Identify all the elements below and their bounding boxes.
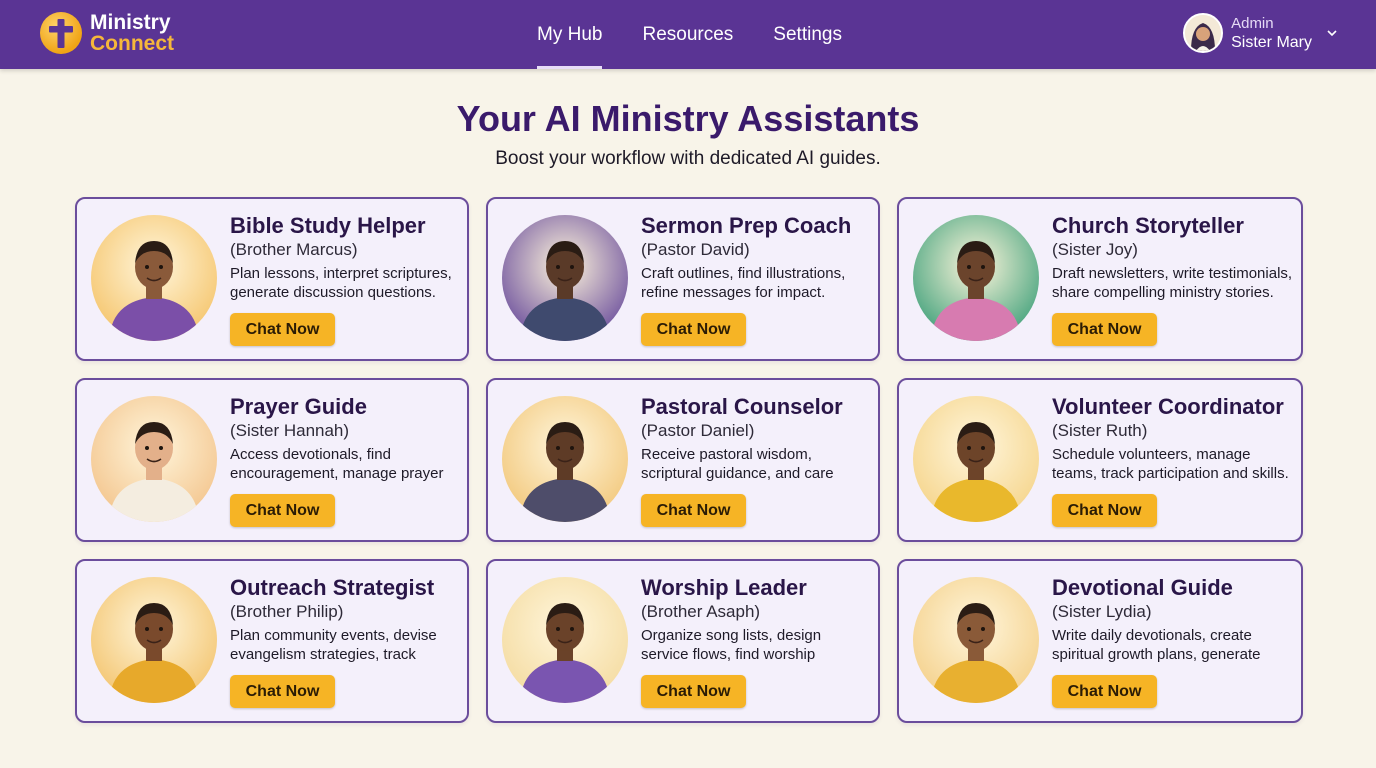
assistant-persona: (Pastor David) xyxy=(641,240,750,259)
chat-now-button[interactable]: Chat Now xyxy=(230,313,335,346)
chat-now-button[interactable]: Chat Now xyxy=(230,675,335,708)
guitar-player-portrait-icon xyxy=(502,577,628,703)
chat-now-button[interactable]: Chat Now xyxy=(641,675,746,708)
assistant-card: Prayer Guide (Sister Hannah) Access devoti… xyxy=(75,378,469,542)
assistant-title: Church Storyteller xyxy=(1052,213,1244,238)
brand-name-line1: Ministry xyxy=(90,11,171,34)
page-title: Your AI Ministry Assistants xyxy=(456,98,920,139)
assistant-persona: (Brother Asaph) xyxy=(641,602,761,621)
pulpit-speaker-portrait-icon xyxy=(502,215,628,341)
chat-now-button[interactable]: Chat Now xyxy=(1052,494,1157,527)
assistant-persona: (Sister Joy) xyxy=(1052,240,1138,259)
assistant-title: Worship Leader xyxy=(641,575,807,600)
cross-logo-icon xyxy=(40,12,82,54)
assistant-title: Volunteer Coordinator xyxy=(1052,394,1284,419)
counselor-portrait-icon xyxy=(502,396,628,522)
assistant-persona: (Brother Marcus) xyxy=(230,240,358,259)
assistant-card: Church Storyteller (Sister Joy) Draft news… xyxy=(897,197,1303,361)
assistant-card: Worship Leader (Brother Asaph) Organize so… xyxy=(486,559,880,723)
user-name: Sister Mary xyxy=(1231,34,1312,51)
assistant-description: Schedule volunteers, manage teams, track… xyxy=(1052,446,1289,482)
volunteer-team-portrait-icon xyxy=(913,396,1039,522)
assistant-card: Volunteer Coordinator (Sister Ruth) Schedu… xyxy=(897,378,1303,542)
assistant-persona: (Pastor Daniel) xyxy=(641,421,755,440)
assistant-card: Devotional Guide (Sister Lydia) Write dail… xyxy=(897,559,1303,723)
brand-name-line2: Connect xyxy=(90,32,174,55)
assistant-grid: Bible Study Helper (Brother Marcus) Plan l… xyxy=(75,197,1303,724)
assistant-description: Draft newsletters, write testimonials, s… xyxy=(1052,265,1293,301)
assistant-card: Outreach Strategist (Brother Philip) Plan … xyxy=(75,559,469,723)
storyteller-portrait-icon xyxy=(913,215,1039,341)
assistant-card: Pastoral Counselor (Pastor Daniel) Receive… xyxy=(486,378,880,542)
chat-now-button[interactable]: Chat Now xyxy=(641,494,746,527)
assistant-description: Write daily devotionals, create spiritua… xyxy=(1052,627,1261,663)
assistant-title: Outreach Strategist xyxy=(230,575,435,600)
top-nav-bar: Ministry Connect My Hub Resources Settin… xyxy=(0,0,1376,69)
tab-resources[interactable]: Resources xyxy=(625,0,750,69)
brand[interactable]: Ministry Connect xyxy=(40,10,174,56)
tab-settings[interactable]: Settings xyxy=(756,0,859,69)
assistant-title: Prayer Guide xyxy=(230,394,367,419)
assistant-description: Organize song lists, design service flow… xyxy=(641,627,822,663)
main-nav: My Hub Resources Settings xyxy=(520,0,865,69)
user-menu[interactable]: Admin Sister Mary xyxy=(1183,12,1338,54)
assistant-persona: (Sister Hannah) xyxy=(230,421,350,440)
assistant-persona: (Sister Ruth) xyxy=(1052,421,1148,440)
praying-woman-portrait-icon xyxy=(91,396,217,522)
chat-now-button[interactable]: Chat Now xyxy=(1052,313,1157,346)
assistant-description: Plan community events, devise evangelism… xyxy=(230,627,437,663)
chat-now-button[interactable]: Chat Now xyxy=(230,494,335,527)
avatar xyxy=(1183,13,1224,53)
reading-woman-portrait-icon xyxy=(913,577,1039,703)
assistant-description: Receive pastoral wisdom, scriptural guid… xyxy=(641,446,834,482)
assistant-description: Plan lessons, interpret scriptures, gene… xyxy=(230,265,452,301)
scroll-reader-portrait-icon xyxy=(91,215,217,341)
chat-now-button[interactable]: Chat Now xyxy=(641,313,746,346)
assistant-title: Bible Study Helper xyxy=(230,213,426,238)
assistant-persona: (Sister Lydia) xyxy=(1052,602,1152,621)
chevron-down-icon[interactable] xyxy=(1326,27,1338,39)
page-subtitle: Boost your workflow with dedicated AI gu… xyxy=(495,148,881,169)
assistant-card: Bible Study Helper (Brother Marcus) Plan l… xyxy=(75,197,469,361)
assistant-card: Sermon Prep Coach (Pastor David) Craft out… xyxy=(486,197,880,361)
user-role: Admin xyxy=(1231,15,1274,32)
assistant-title: Devotional Guide xyxy=(1052,575,1233,600)
chat-now-button[interactable]: Chat Now xyxy=(1052,675,1157,708)
tab-my-hub[interactable]: My Hub xyxy=(520,0,619,69)
assistant-title: Sermon Prep Coach xyxy=(641,213,852,238)
assistant-title: Pastoral Counselor xyxy=(641,394,843,419)
assistant-description: Access devotionals, find encouragement, … xyxy=(230,446,444,482)
assistant-persona: (Brother Philip) xyxy=(230,602,344,621)
globe-compass-portrait-icon xyxy=(91,577,217,703)
assistant-description: Craft outlines, find illustrations, refi… xyxy=(641,265,846,301)
